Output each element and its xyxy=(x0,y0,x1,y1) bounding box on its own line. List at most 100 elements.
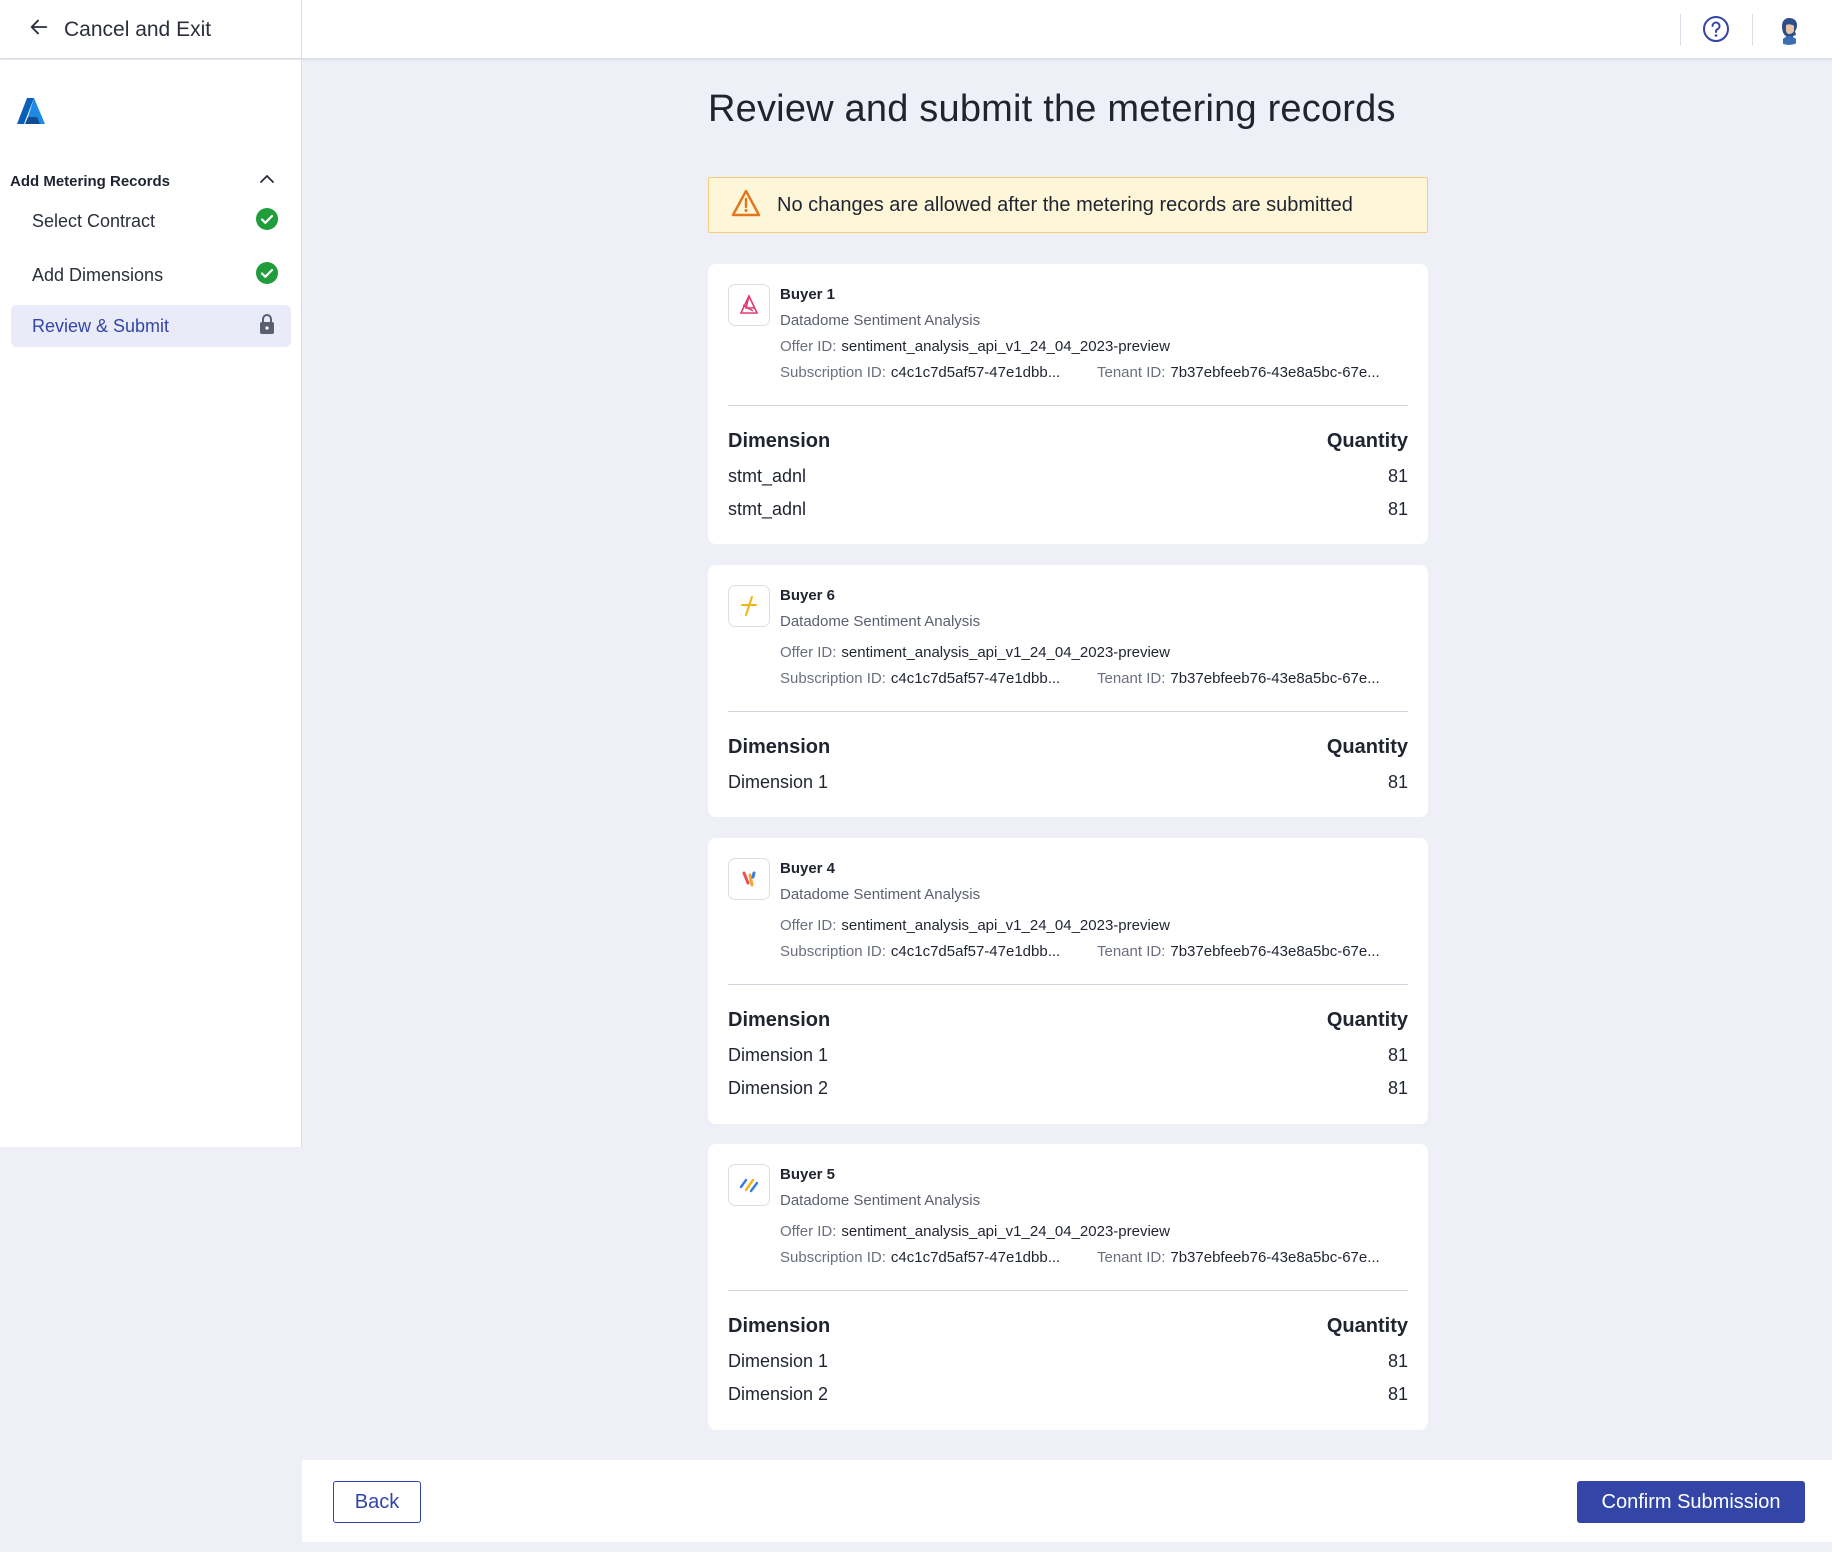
subscription-id: Subscription ID: c4c1c7d5af57-47e1dbb... xyxy=(780,943,1060,960)
tenant-id-label: Tenant ID: xyxy=(1097,943,1166,960)
dimension-table-header: Dimension Quantity xyxy=(728,430,1408,453)
tenant-id-value: 7b37ebfeeb76-43e8a5bc-67e... xyxy=(1170,364,1380,381)
add-metering-records-section-toggle[interactable]: Add Metering Records xyxy=(10,166,286,196)
dimension-row: Dimension 2 81 xyxy=(728,1078,1408,1099)
dimension-header: Dimension xyxy=(728,736,831,758)
dimension-row: stmt_adnl 81 xyxy=(728,499,1408,520)
tenant-id: Tenant ID: 7b37ebfeeb76-43e8a5bc-67e... xyxy=(1097,364,1380,381)
subscription-id-label: Subscription ID: xyxy=(780,364,886,381)
step-label: Select Contract xyxy=(32,210,156,231)
dimension-name: Dimension 1 xyxy=(728,1351,829,1371)
product-name: Datadome Sentiment Analysis xyxy=(780,1192,981,1209)
offer-id-label: Offer ID: xyxy=(780,1223,837,1240)
dimension-row: Dimension 2 81 xyxy=(728,1384,1408,1405)
divider xyxy=(1680,14,1681,46)
divider xyxy=(728,1290,1408,1291)
subscription-id: Subscription ID: c4c1c7d5af57-47e1dbb... xyxy=(780,1249,1060,1266)
buyer6-logo-icon xyxy=(728,585,770,627)
quantity-header: Quantity xyxy=(1326,736,1408,758)
offer-id-label: Offer ID: xyxy=(780,338,837,355)
buyer-name: Buyer 1 xyxy=(780,286,836,303)
azure-logo-icon xyxy=(16,96,46,126)
dimension-header: Dimension xyxy=(728,430,831,452)
top-bar: Cancel and Exit xyxy=(0,0,1832,59)
offer-id-value: sentiment_analysis_api_v1_24_04_2023-pre… xyxy=(841,917,1170,934)
dimension-name: stmt_adnl xyxy=(728,499,807,519)
step-add-dimensions[interactable]: Add Dimensions xyxy=(11,254,291,296)
check-circle-icon xyxy=(255,261,279,290)
dimension-quantity: 81 xyxy=(1387,1384,1408,1404)
dimension-quantity: 81 xyxy=(1387,466,1408,486)
divider xyxy=(728,984,1408,985)
tenant-id-value: 7b37ebfeeb76-43e8a5bc-67e... xyxy=(1170,943,1380,960)
dimension-row: Dimension 1 81 xyxy=(728,1045,1408,1066)
offer-id: Offer ID: sentiment_analysis_api_v1_24_04… xyxy=(780,338,1170,355)
buyer-name: Buyer 4 xyxy=(780,860,836,877)
offer-id-label: Offer ID: xyxy=(780,644,837,661)
step-label: Add Dimensions xyxy=(32,264,164,285)
footer-action-bar: Back Confirm Submission xyxy=(302,1460,1832,1542)
dimension-name: Dimension 2 xyxy=(728,1384,829,1404)
product-name: Datadome Sentiment Analysis xyxy=(780,613,981,630)
lock-icon xyxy=(255,312,279,341)
step-label: Review & Submit xyxy=(32,315,170,336)
page-title: Review and submit the metering records xyxy=(708,88,1396,130)
dimension-row: stmt_adnl 81 xyxy=(728,466,1408,487)
offer-id-value: sentiment_analysis_api_v1_24_04_2023-pre… xyxy=(841,644,1170,661)
subscription-id: Subscription ID: c4c1c7d5af57-47e1dbb... xyxy=(780,364,1060,381)
dimension-header: Dimension xyxy=(728,1315,831,1337)
tenant-id-label: Tenant ID: xyxy=(1097,1249,1166,1266)
dimension-name: Dimension 2 xyxy=(728,1078,829,1098)
warning-banner: No changes are allowed after the meterin… xyxy=(708,177,1428,233)
tenant-id: Tenant ID: 7b37ebfeeb76-43e8a5bc-67e... xyxy=(1097,1249,1380,1266)
quantity-header: Quantity xyxy=(1326,1009,1408,1031)
offer-id-value: sentiment_analysis_api_v1_24_04_2023-pre… xyxy=(841,1223,1170,1240)
product-name: Datadome Sentiment Analysis xyxy=(780,886,981,903)
dimension-table-header: Dimension Quantity xyxy=(728,736,1408,759)
help-icon[interactable] xyxy=(1702,15,1730,43)
divider xyxy=(728,711,1408,712)
subscription-id: Subscription ID: c4c1c7d5af57-47e1dbb... xyxy=(780,670,1060,687)
product-name: Datadome Sentiment Analysis xyxy=(780,312,981,329)
dimension-table-header: Dimension Quantity xyxy=(728,1315,1408,1338)
user-avatar[interactable] xyxy=(1773,13,1805,45)
buyer5-logo-icon xyxy=(728,1164,770,1206)
offer-id-value: sentiment_analysis_api_v1_24_04_2023-pre… xyxy=(841,338,1170,355)
step-review-and-submit[interactable]: Review & Submit xyxy=(11,305,291,347)
dimension-name: Dimension 1 xyxy=(728,1045,829,1065)
dimension-quantity: 81 xyxy=(1387,499,1408,519)
divider xyxy=(728,405,1408,406)
subscription-id-value: c4c1c7d5af57-47e1dbb... xyxy=(890,1249,1061,1266)
confirm-submission-button[interactable]: Confirm Submission xyxy=(1577,1481,1805,1523)
sidebar: Add Metering Records Select Contract Add… xyxy=(0,60,302,1147)
buyer-card: Buyer 6 Datadome Sentiment Analysis Offe… xyxy=(708,565,1428,817)
tenant-id: Tenant ID: 7b37ebfeeb76-43e8a5bc-67e... xyxy=(1097,670,1380,687)
dimension-header: Dimension xyxy=(728,1009,831,1031)
dimension-quantity: 81 xyxy=(1387,1078,1408,1098)
arrow-left-icon xyxy=(28,16,50,43)
buyer1-logo-icon xyxy=(728,284,770,326)
subscription-id-label: Subscription ID: xyxy=(780,943,886,960)
offer-id: Offer ID: sentiment_analysis_api_v1_24_04… xyxy=(780,644,1170,661)
dimension-row: Dimension 1 81 xyxy=(728,772,1408,793)
offer-id: Offer ID: sentiment_analysis_api_v1_24_04… xyxy=(780,1223,1170,1240)
buyer-name: Buyer 6 xyxy=(780,587,836,604)
tenant-id-label: Tenant ID: xyxy=(1097,670,1166,687)
tenant-id-value: 7b37ebfeeb76-43e8a5bc-67e... xyxy=(1170,1249,1380,1266)
cancel-and-exit-button[interactable]: Cancel and Exit xyxy=(0,0,302,59)
quantity-header: Quantity xyxy=(1326,1315,1408,1337)
check-circle-icon xyxy=(255,207,279,236)
cancel-and-exit-label: Cancel and Exit xyxy=(64,17,212,41)
offer-id: Offer ID: sentiment_analysis_api_v1_24_04… xyxy=(780,917,1170,934)
subscription-id-label: Subscription ID: xyxy=(780,670,886,687)
step-select-contract[interactable]: Select Contract xyxy=(11,200,291,242)
buyer-card: Buyer 4 Datadome Sentiment Analysis Offe… xyxy=(708,838,1428,1124)
dimension-quantity: 81 xyxy=(1387,772,1408,792)
warning-icon xyxy=(731,189,761,222)
dimension-row: Dimension 1 81 xyxy=(728,1351,1408,1372)
dimension-name: stmt_adnl xyxy=(728,466,807,486)
dimension-table-header: Dimension Quantity xyxy=(728,1009,1408,1032)
subscription-id-value: c4c1c7d5af57-47e1dbb... xyxy=(890,364,1061,381)
subscription-id-label: Subscription ID: xyxy=(780,1249,886,1266)
back-button[interactable]: Back xyxy=(333,1481,421,1523)
